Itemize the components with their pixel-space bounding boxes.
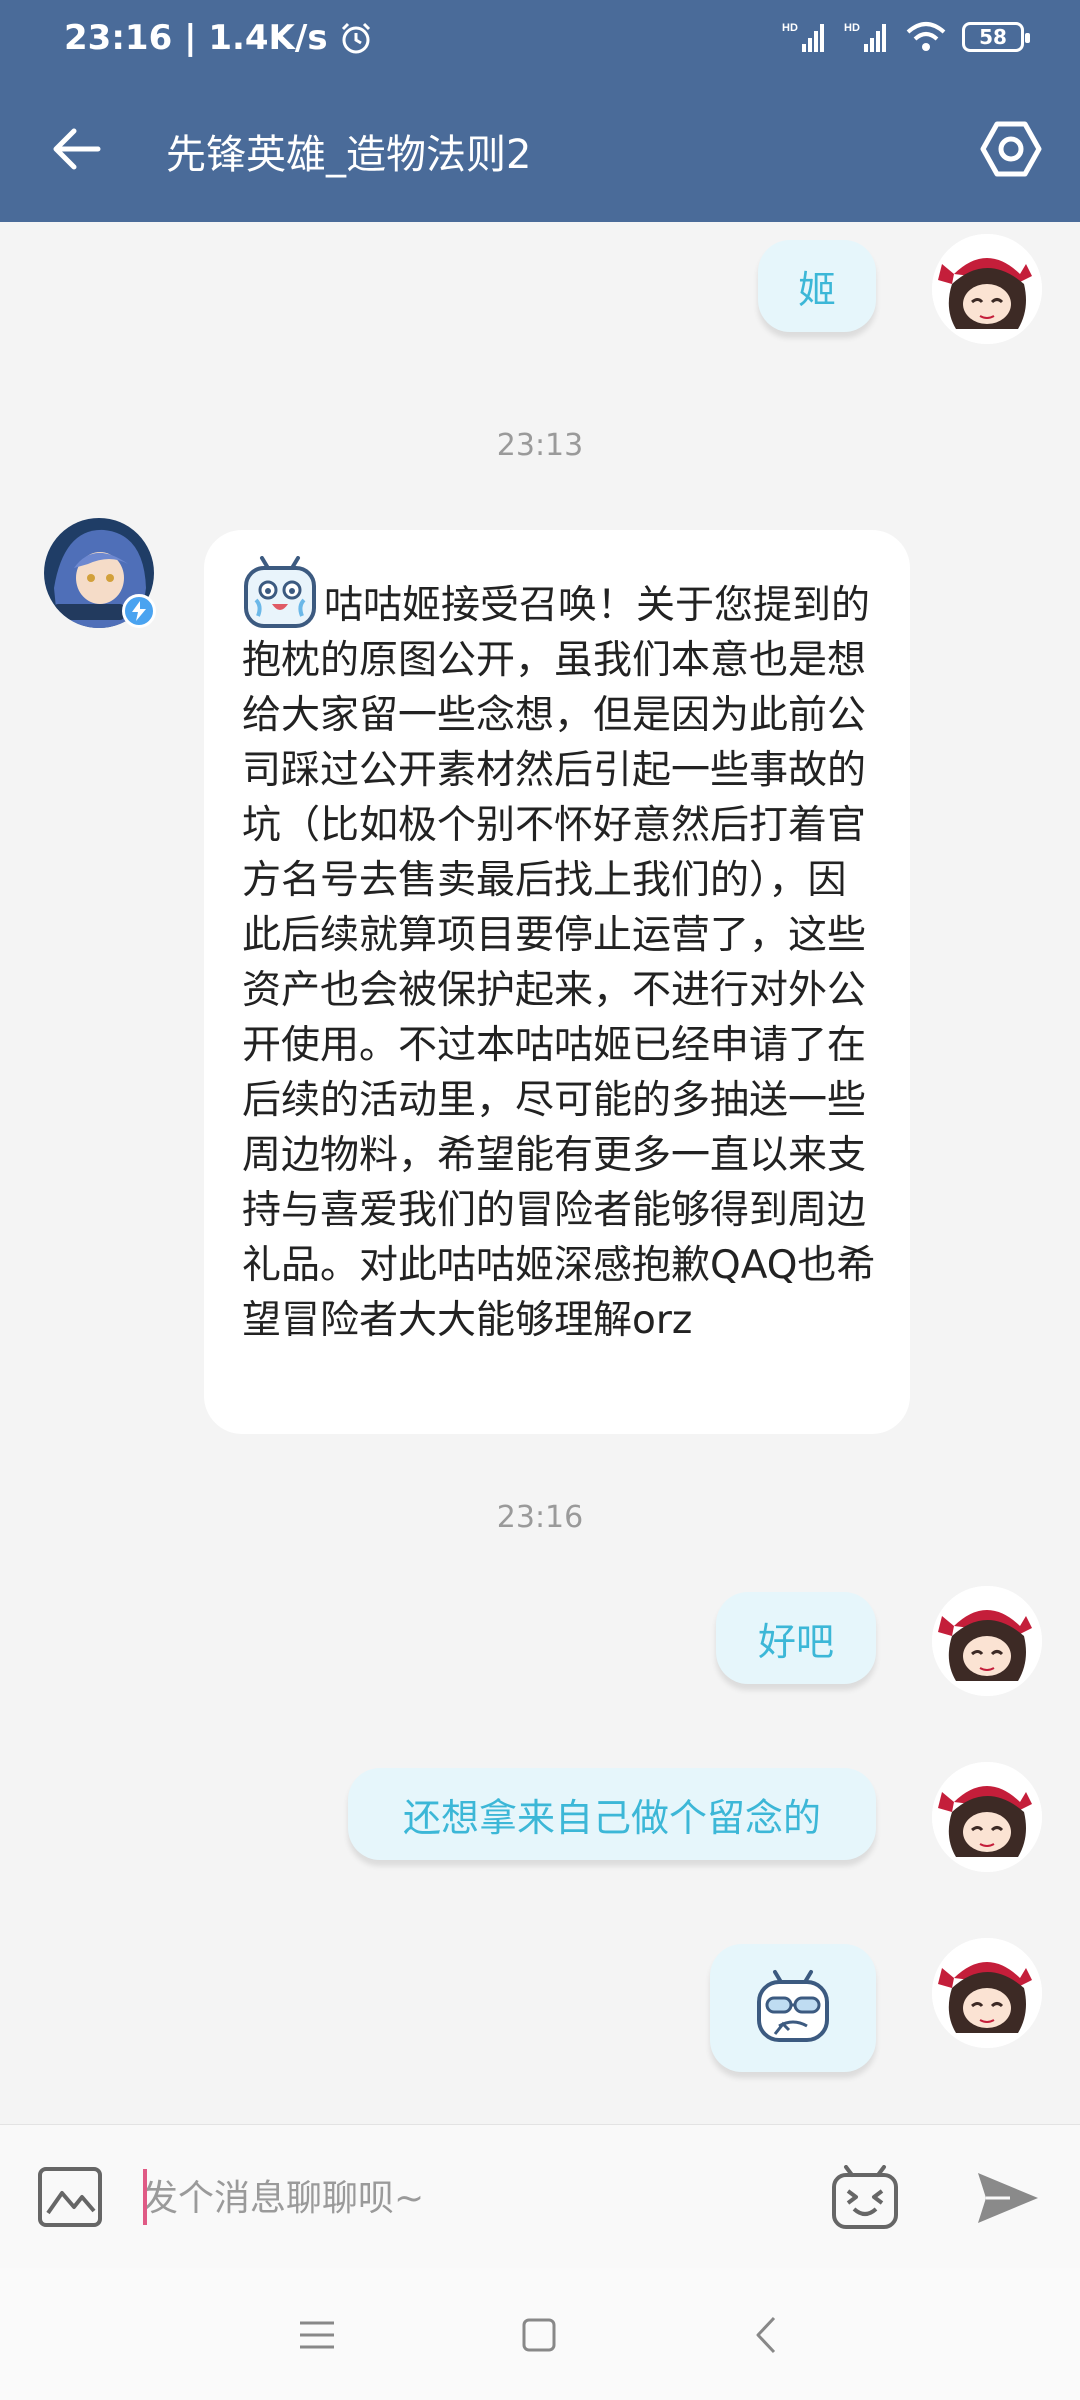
status-left: 23:16 | 1.4K/s (64, 18, 374, 58)
wifi-icon (906, 22, 946, 51)
timestamp: 23:13 (496, 428, 584, 463)
timestamp: 23:16 (496, 1500, 584, 1535)
app-bar: 先锋英雄_造物法则2 (0, 80, 1080, 222)
image-picker-button[interactable] (36, 2165, 104, 2229)
signal-hd-icon: HD (782, 22, 824, 52)
text-cursor (143, 2169, 147, 2225)
my-message-bubble[interactable]: 姬 (758, 240, 876, 332)
menu-icon (300, 2321, 334, 2349)
status-bar: 23:16 | 1.4K/s HD HD 58 (0, 0, 1080, 80)
my-avatar[interactable] (932, 1762, 1042, 1872)
emoji-button[interactable] (830, 2165, 900, 2231)
my-sticker-bubble[interactable] (710, 1944, 876, 2072)
reimu-avatar-image (932, 1586, 1042, 1696)
message-text: 咕咕姬接受召唤！关于您提到的抱枕的原图公开，虽我们本意也是想给大家留一些念想，但… (242, 583, 876, 1343)
back-arrow-icon (53, 128, 101, 170)
message-input[interactable] (140, 2169, 804, 2227)
bilibili-tv-emoji-icon (242, 556, 318, 632)
gear-icon (980, 121, 1042, 177)
menu-nav-button[interactable] (292, 2310, 342, 2360)
reimu-avatar-image (932, 234, 1042, 344)
status-right: HD HD 58 (782, 20, 1030, 54)
system-nav-bar (0, 2268, 1080, 2400)
lightning-icon (132, 601, 146, 621)
chat-area[interactable]: 姬 23:13 咕咕姬接受召唤！关于您提到的抱枕的原图公开，虽我们本意也是想给大… (0, 222, 1080, 2124)
square-home-icon (522, 2318, 556, 2352)
image-icon (38, 2167, 102, 2227)
battery-level: 58 (979, 25, 1007, 49)
page-title: 先锋英雄_造物法则2 (166, 132, 532, 178)
message-text: 还想拿来自己做个留念的 (402, 1795, 821, 1840)
settings-button[interactable] (978, 116, 1044, 182)
message-text: 好吧 (757, 1619, 834, 1664)
signal-hd-icon: HD (844, 22, 886, 52)
verified-badge (122, 594, 156, 628)
alarm-icon (341, 22, 370, 54)
send-icon (978, 2173, 1038, 2223)
send-button[interactable] (976, 2169, 1040, 2227)
back-nav-button[interactable] (742, 2310, 792, 2360)
my-avatar[interactable] (932, 1586, 1042, 1696)
reimu-avatar-image (932, 1762, 1042, 1872)
my-message-bubble[interactable]: 还想拿来自己做个留念的 (348, 1768, 876, 1860)
svg-text:HD: HD (782, 22, 798, 34)
my-avatar[interactable] (932, 234, 1042, 344)
chevron-left-icon (756, 2316, 776, 2354)
official-message-bubble[interactable]: 咕咕姬接受召唤！关于您提到的抱枕的原图公开，虽我们本意也是想给大家留一些念想，但… (204, 530, 910, 1434)
status-time-speed: 23:16 | 1.4K/s (64, 18, 328, 58)
home-nav-button[interactable] (514, 2310, 564, 2360)
bilibili-tv-glasses-emoji-icon (757, 1970, 829, 2042)
reimu-avatar-image (932, 1938, 1042, 2048)
battery-icon: 58 (962, 22, 1030, 52)
bilibili-tv-face-icon (832, 2165, 898, 2229)
my-message-bubble[interactable]: 好吧 (716, 1592, 876, 1684)
my-avatar[interactable] (932, 1938, 1042, 2048)
message-text: 姬 (797, 267, 836, 312)
back-button[interactable] (44, 116, 110, 182)
message-input-bar (0, 2124, 1080, 2269)
svg-text:HD: HD (844, 22, 860, 34)
